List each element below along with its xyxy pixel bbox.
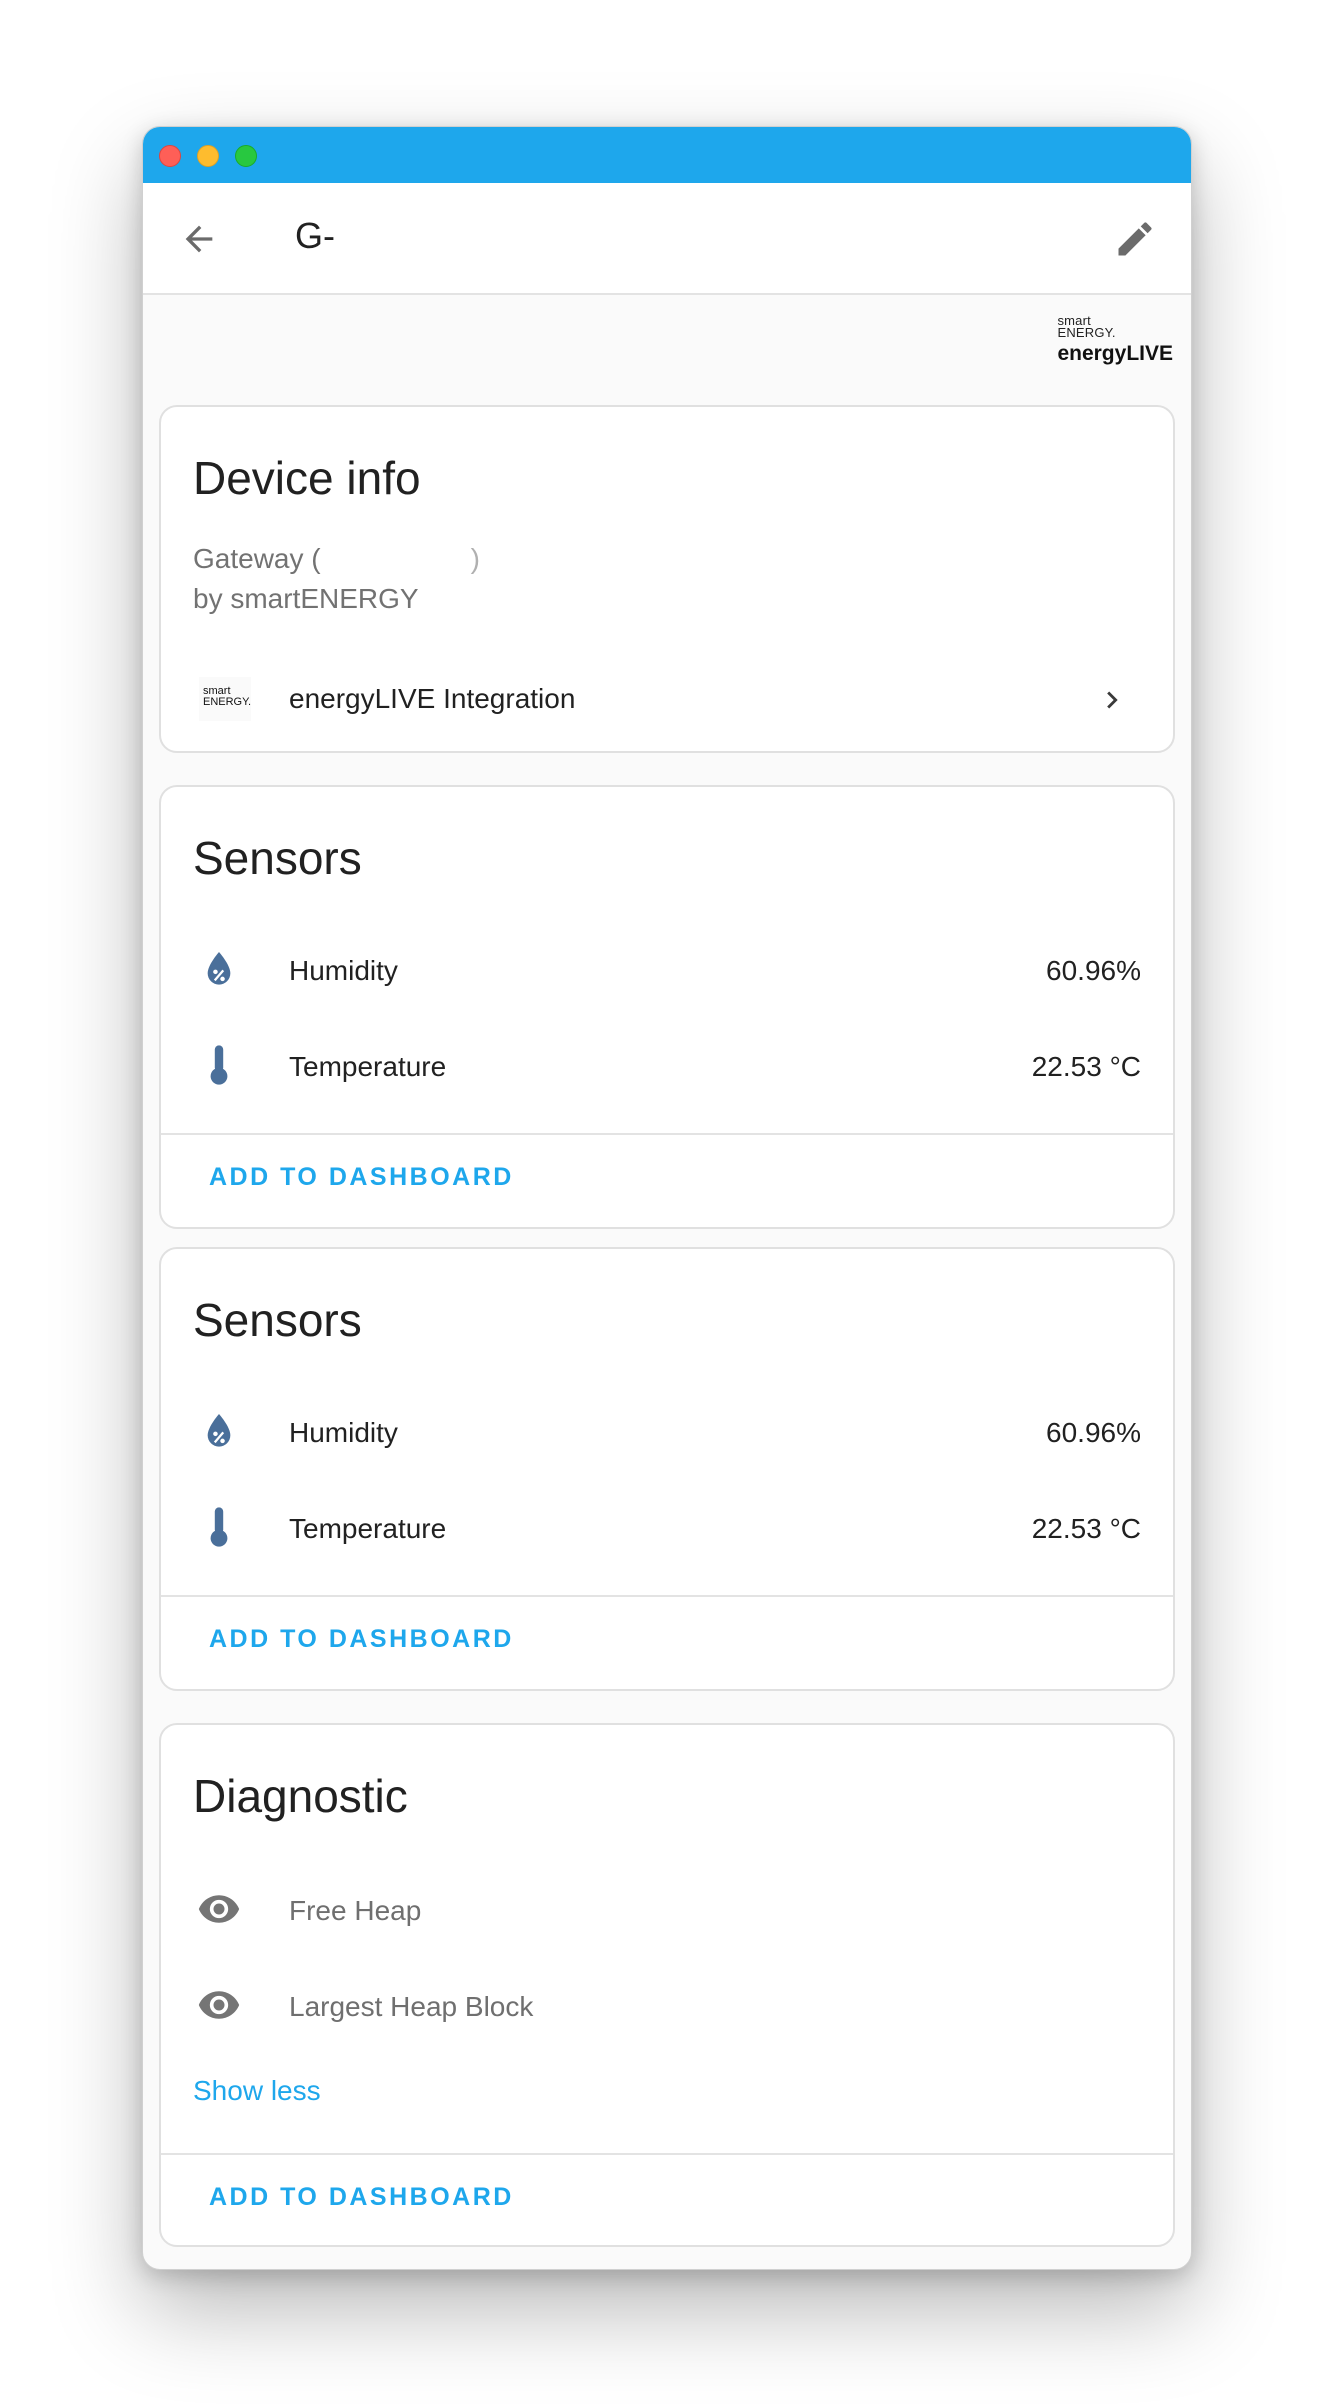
integration-link-row[interactable]: energyLIVE Integration (161, 659, 1173, 739)
sensors-card-1: Sensors Humidity 60.96% Temperature 22.5… (159, 785, 1175, 1229)
pencil-icon (1118, 222, 1152, 256)
brand-name: energyLIVE (1057, 342, 1173, 365)
title-bar (143, 127, 1191, 183)
sensor-value: 60.96% (1046, 955, 1141, 986)
diagnostic-card: Diagnostic Free Heap Largest Heap Block … (159, 1723, 1175, 2247)
close-window-button[interactable] (159, 145, 181, 167)
integration-label: energyLIVE Integration (289, 683, 576, 714)
sensor-label: Temperature (289, 1513, 447, 1544)
sensor-row-temperature[interactable]: Temperature 22.53 °C (161, 1493, 1173, 1561)
water-percent-icon (197, 1409, 241, 1453)
device-info-title: Device info (193, 452, 421, 504)
water-percent-icon (197, 947, 241, 991)
eye-icon (197, 1887, 241, 1931)
diagnostic-label: Largest Heap Block (289, 1991, 534, 2022)
minimize-window-button[interactable] (197, 145, 219, 167)
diagnostic-label: Free Heap (289, 1895, 422, 1926)
add-to-dashboard-button[interactable]: ADD TO DASHBOARD (209, 1163, 514, 1192)
card-divider (161, 2153, 1173, 2155)
sensor-row-humidity[interactable]: Humidity 60.96% (161, 935, 1173, 1003)
device-model: Gateway () (193, 543, 480, 575)
sensors-card-2: Sensors Humidity 60.96% Temperature 22.5… (159, 1247, 1175, 1691)
app-window: G- smart ENERGY. energyLIVE Device info … (142, 126, 1192, 2270)
thermometer-icon (197, 1505, 241, 1549)
brand-line-2: ENERGY. (1057, 325, 1116, 340)
brand-logo: smart ENERGY. energyLIVE (1057, 314, 1173, 366)
device-model-prefix: Gateway ( (193, 543, 321, 574)
card-divider (161, 1133, 1173, 1135)
device-manufacturer: by smartENERGY (193, 583, 419, 614)
device-model-suffix: ) (470, 543, 480, 574)
diagnostic-row-largest-heap-block[interactable]: Largest Heap Block (161, 1971, 1173, 2039)
diagnostic-row-free-heap[interactable]: Free Heap (161, 1875, 1173, 1943)
chevron-right-icon (1107, 691, 1118, 709)
back-button[interactable] (173, 213, 225, 265)
sensor-label: Humidity (289, 955, 398, 986)
sensor-value: 22.53 °C (1031, 1051, 1141, 1082)
sensor-value: 60.96% (1046, 1417, 1141, 1448)
arrow-left-icon (185, 225, 213, 253)
sensors-title: Sensors (193, 832, 362, 884)
sensor-value: 22.53 °C (1031, 1513, 1141, 1544)
sensor-row-humidity[interactable]: Humidity 60.96% (161, 1397, 1173, 1465)
sensor-row-temperature[interactable]: Temperature 22.53 °C (161, 1031, 1173, 1099)
add-to-dashboard-button[interactable]: ADD TO DASHBOARD (209, 1625, 514, 1654)
diagnostic-title: Diagnostic (193, 1770, 408, 1822)
device-info-card: Device info Gateway () by smartENERGY sm… (159, 405, 1175, 753)
top-app-bar: G- (143, 183, 1191, 295)
add-to-dashboard-button[interactable]: ADD TO DASHBOARD (209, 2183, 514, 2212)
show-less-link[interactable]: Show less (193, 2075, 321, 2107)
card-divider (161, 1595, 1173, 1597)
edit-button[interactable] (1109, 213, 1161, 265)
thermometer-icon (197, 1043, 241, 1087)
sensor-label: Temperature (289, 1051, 447, 1082)
eye-icon (197, 1983, 241, 2027)
zoom-window-button[interactable] (235, 145, 257, 167)
sensor-label: Humidity (289, 1417, 398, 1448)
page-title: G- (295, 215, 335, 256)
sensors-title: Sensors (193, 1294, 362, 1346)
